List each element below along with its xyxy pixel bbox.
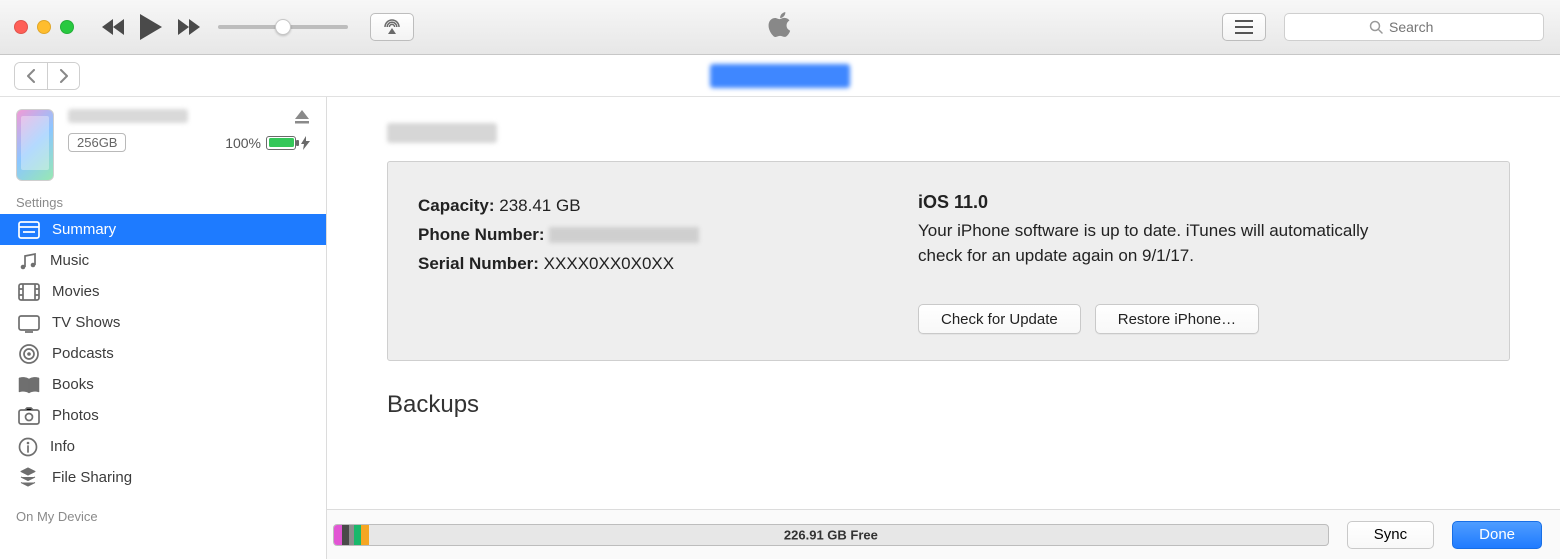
search-input[interactable] — [1389, 19, 1459, 35]
device-name-redacted — [68, 109, 188, 123]
device-thumbnail-icon — [16, 109, 54, 181]
play-button[interactable] — [140, 14, 162, 40]
check-for-update-button[interactable]: Check for Update — [918, 304, 1081, 334]
sidebar-item-label: Movies — [52, 283, 100, 300]
volume-slider[interactable] — [218, 25, 348, 29]
battery-percent: 100% — [225, 135, 261, 151]
window-minimize-button[interactable] — [37, 20, 51, 34]
sidebar-item-photos[interactable]: Photos — [0, 400, 326, 431]
storage-free-label: 226.91 GB Free — [784, 527, 878, 542]
storage-segment — [361, 525, 369, 545]
sidebar-item-podcasts[interactable]: Podcasts — [0, 338, 326, 369]
next-track-button[interactable] — [178, 19, 200, 35]
battery-icon — [266, 136, 296, 150]
sidebar-item-info[interactable]: Info — [0, 431, 326, 462]
nav-forward-button[interactable] — [47, 63, 79, 89]
playback-controls — [102, 14, 200, 40]
sidebar: 256GB 100% Settings Summary Music — [0, 97, 327, 559]
sidebar-item-movies[interactable]: Movies — [0, 276, 326, 307]
sidebar-item-label: Info — [50, 438, 75, 455]
summary-box: Capacity: 238.41 GB Phone Number: Serial… — [387, 161, 1510, 361]
os-version-title: iOS 11.0 — [918, 192, 1481, 213]
storage-segment — [354, 525, 361, 545]
window-zoom-button[interactable] — [60, 20, 74, 34]
sidebar-item-label: Podcasts — [52, 345, 114, 362]
main-panel: Capacity: 238.41 GB Phone Number: Serial… — [327, 97, 1560, 559]
sidebar-item-file-sharing[interactable]: File Sharing — [0, 462, 326, 493]
sidebar-item-music[interactable]: Music — [0, 245, 326, 276]
file-sharing-icon — [18, 467, 40, 489]
device-battery-status: 100% — [225, 135, 310, 151]
serial-number-value: XXXX0XX0X0XX — [544, 254, 674, 273]
phone-number-redacted — [549, 227, 699, 243]
tv-icon — [18, 313, 40, 333]
restore-iphone-button[interactable]: Restore iPhone… — [1095, 304, 1259, 334]
storage-usage-bar[interactable]: 226.91 GB Free — [333, 524, 1329, 546]
sidebar-item-books[interactable]: Books — [0, 369, 326, 400]
nav-back-button[interactable] — [15, 63, 47, 89]
sidebar-group-settings: Settings — [0, 187, 326, 214]
device-header: 256GB 100% — [0, 97, 326, 187]
summary-software: iOS 11.0 Your iPhone software is up to d… — [918, 192, 1481, 336]
info-icon — [18, 437, 38, 457]
window-controls — [0, 20, 74, 34]
sidebar-group-on-my-device: On My Device — [0, 501, 326, 528]
titlebar — [0, 0, 1560, 55]
serial-number-label: Serial Number: — [418, 254, 539, 273]
done-button[interactable]: Done — [1452, 521, 1542, 549]
photos-icon — [18, 407, 40, 425]
volume-knob[interactable] — [275, 19, 291, 35]
search-icon — [1369, 20, 1383, 34]
eject-button[interactable] — [294, 109, 310, 129]
summary-details: Capacity: 238.41 GB Phone Number: Serial… — [418, 192, 878, 336]
storage-segment — [349, 525, 354, 545]
page-tab-row — [0, 55, 1560, 97]
sidebar-item-summary[interactable]: Summary — [0, 214, 326, 245]
airplay-button[interactable] — [370, 13, 414, 41]
device-storage-chip: 256GB — [68, 133, 126, 152]
device-title-redacted — [387, 123, 497, 143]
sidebar-item-label: Music — [50, 252, 89, 269]
charging-icon — [301, 136, 310, 150]
apple-logo-icon — [767, 10, 793, 45]
backups-heading: Backups — [387, 391, 1510, 419]
device-tab-label-redacted — [710, 64, 850, 88]
books-icon — [18, 376, 40, 394]
sidebar-item-tv-shows[interactable]: TV Shows — [0, 307, 326, 338]
os-update-text: Your iPhone software is up to date. iTun… — [918, 219, 1398, 268]
sidebar-item-label: TV Shows — [52, 314, 120, 331]
capacity-value: 238.41 GB — [499, 196, 580, 215]
search-field[interactable] — [1284, 13, 1544, 41]
summary-icon — [18, 221, 40, 239]
view-list-button[interactable] — [1222, 13, 1266, 41]
sync-button[interactable]: Sync — [1347, 521, 1434, 549]
storage-segment — [334, 525, 342, 545]
music-icon — [18, 251, 38, 271]
sidebar-item-label: Books — [52, 376, 94, 393]
podcasts-icon — [18, 343, 40, 365]
movies-icon — [18, 283, 40, 301]
bottom-bar: 226.91 GB Free Sync Done — [327, 509, 1560, 559]
previous-track-button[interactable] — [102, 19, 124, 35]
capacity-label: Capacity: — [418, 196, 495, 215]
storage-segment — [342, 525, 349, 545]
sidebar-item-label: File Sharing — [52, 469, 132, 486]
window-close-button[interactable] — [14, 20, 28, 34]
sidebar-item-label: Photos — [52, 407, 99, 424]
sidebar-item-label: Summary — [52, 221, 116, 238]
phone-number-label: Phone Number: — [418, 225, 545, 244]
